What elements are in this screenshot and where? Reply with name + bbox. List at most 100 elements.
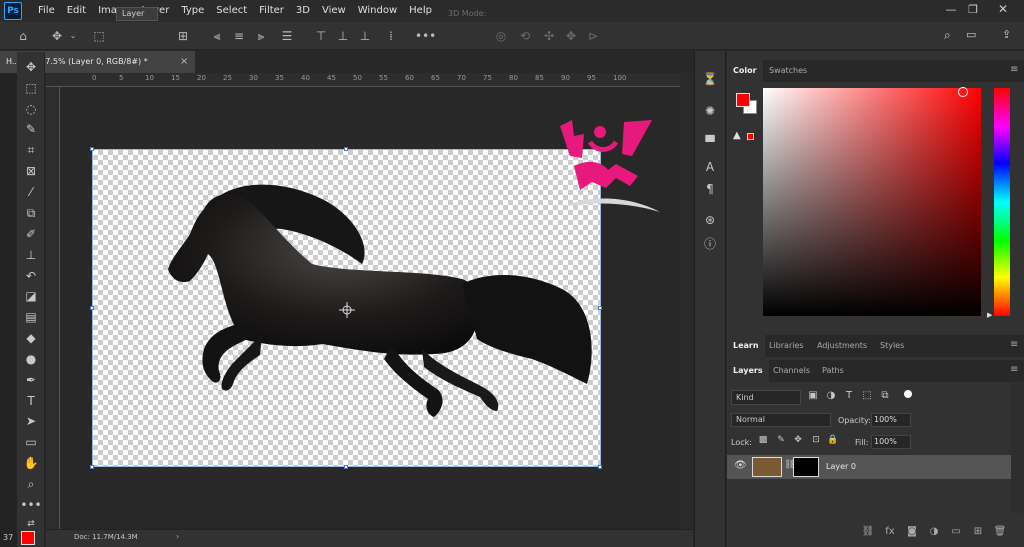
paragraph-icon[interactable]: ¶ — [700, 180, 720, 198]
filter-smart-object-icon[interactable]: ⧉ — [878, 390, 892, 405]
foreground-color-swatch[interactable] — [21, 531, 35, 545]
history-icon[interactable]: ⏳ — [700, 70, 720, 88]
libraries-icon[interactable]: ⊛ — [700, 211, 720, 229]
tab-swatches[interactable]: Swatches — [763, 60, 813, 82]
layer-mask-thumbnail[interactable] — [793, 457, 819, 477]
lock-artboard-icon[interactable]: ⊡ — [810, 435, 822, 449]
learn-panel-menu-icon[interactable]: ≡ — [1010, 339, 1018, 350]
path-selection-tool-icon[interactable]: ➤ — [19, 412, 43, 430]
menu-view[interactable]: View — [322, 0, 346, 22]
color-picker-ring[interactable] — [958, 87, 968, 97]
transform-handle[interactable] — [90, 306, 94, 310]
filter-pixel-icon[interactable]: ▣ — [806, 390, 820, 405]
opacity-input[interactable]: 100% — [871, 413, 911, 427]
lock-all-icon[interactable]: 🔒 — [827, 435, 839, 449]
filter-toggle[interactable] — [904, 390, 912, 398]
clone-stamp-tool-icon[interactable]: ⊥ — [19, 246, 43, 264]
adjustment-layer-icon[interactable]: ◑ — [926, 526, 942, 540]
close-window-button[interactable]: ✕ — [996, 2, 1010, 16]
character-icon[interactable]: A — [700, 158, 720, 176]
align-right-icon[interactable]: ⫸ — [252, 27, 270, 45]
tab-styles[interactable]: Styles — [874, 335, 910, 357]
history-brush-tool-icon[interactable]: ↶ — [19, 267, 43, 285]
rectangle-tool-icon[interactable]: ▭ — [19, 433, 43, 451]
eraser-tool-icon[interactable]: ◪ — [19, 287, 43, 305]
lock-transparency-icon[interactable]: ▩ — [757, 435, 769, 449]
transform-handle[interactable] — [344, 465, 348, 469]
new-layer-icon[interactable]: ⊞ — [970, 526, 986, 540]
layers-panel-menu-icon[interactable]: ≡ — [1010, 364, 1018, 375]
frame-tool-icon[interactable]: ⊠ — [19, 162, 43, 180]
maximize-button[interactable]: ❐ — [966, 3, 980, 17]
lasso-tool-icon[interactable]: ◌ — [19, 100, 43, 118]
layer-thumbnail[interactable] — [752, 457, 782, 477]
layer-style-fx-icon[interactable]: fx — [882, 526, 898, 540]
tab-layers[interactable]: Layers — [727, 360, 769, 382]
delete-layer-icon[interactable]: 🗑 — [992, 526, 1008, 540]
workspace-icon[interactable]: ▭ — [966, 28, 976, 41]
3d-orbit-icon[interactable]: ◎ — [492, 27, 510, 45]
filter-adjustment-icon[interactable]: ◑ — [824, 390, 838, 405]
more-options-icon[interactable]: ••• — [415, 27, 436, 45]
align-center-icon[interactable]: ≡ — [230, 27, 248, 45]
auto-select-layer-dropdown[interactable]: Layer — [116, 7, 158, 21]
quick-select-tool-icon[interactable]: ✎ — [19, 120, 43, 138]
add-mask-icon[interactable]: ◙ — [904, 526, 920, 540]
menu-help[interactable]: Help — [409, 0, 432, 22]
transform-controls-icon[interactable]: ⊞ — [174, 27, 192, 45]
blend-mode-dropdown[interactable]: Normal — [731, 413, 831, 427]
fill-input[interactable]: 100% — [871, 435, 911, 449]
menu-type[interactable]: Type — [181, 0, 204, 22]
minimize-button[interactable]: — — [944, 3, 958, 17]
align-bottom-icon[interactable]: ⊥ — [356, 27, 374, 45]
brush-tool-icon[interactable]: ✐ — [19, 225, 43, 243]
transform-handle[interactable] — [90, 147, 94, 151]
3d-slide-icon[interactable]: ✥ — [562, 27, 580, 45]
edit-toolbar-icon[interactable]: ••• — [19, 496, 43, 514]
tab-adjustments[interactable]: Adjustments — [811, 335, 873, 357]
dodge-tool-icon[interactable]: ● — [19, 350, 43, 368]
color-panel-menu-icon[interactable]: ≡ — [1010, 64, 1018, 75]
transform-handle[interactable] — [344, 147, 348, 151]
filter-type-icon[interactable]: T — [842, 390, 856, 405]
layer-name[interactable]: Layer 0 — [826, 462, 856, 471]
layers-panel-scrollbar[interactable] — [1011, 383, 1024, 513]
gamut-swatch[interactable] — [747, 133, 754, 140]
layer-filter-kind-dropdown[interactable]: Kind — [731, 390, 801, 405]
type-tool-icon[interactable]: T — [19, 392, 43, 410]
gradient-tool-icon[interactable]: ▤ — [19, 308, 43, 326]
brush-settings-icon[interactable]: ✺ — [700, 102, 720, 120]
distribute-vertical-icon[interactable]: ⁞ — [382, 27, 400, 45]
menu-select[interactable]: Select — [216, 0, 247, 22]
visibility-eye-icon[interactable]: 👁 — [734, 460, 747, 471]
menu-window[interactable]: Window — [358, 0, 397, 22]
foreground-color-chip[interactable] — [736, 93, 750, 107]
pen-tool-icon[interactable]: ✒ — [19, 371, 43, 389]
marquee-tool-icon[interactable]: ⬚ — [19, 79, 43, 97]
link-layers-icon[interactable]: ⛓ — [860, 526, 876, 540]
canvas-vertical-scrollbar[interactable] — [680, 73, 693, 529]
crop-tool-icon[interactable]: ⌗ — [19, 141, 43, 159]
align-middle-icon[interactable]: ⊥ — [334, 27, 352, 45]
3d-roll-icon[interactable]: ⟲ — [516, 27, 534, 45]
status-menu-arrow-icon[interactable]: › — [176, 532, 179, 541]
reference-point-icon[interactable] — [339, 302, 355, 318]
share-icon[interactable]: ⇪ — [1002, 28, 1011, 41]
hue-slider-handle[interactable]: ▶ — [987, 311, 992, 319]
menu-edit[interactable]: Edit — [67, 0, 86, 22]
tab-channels[interactable]: Channels — [767, 360, 816, 382]
menu-file[interactable]: File — [38, 0, 55, 22]
hand-tool-icon[interactable]: ✋ — [19, 454, 43, 472]
transform-handle[interactable] — [90, 465, 94, 469]
3d-pan-icon[interactable]: ✣ — [540, 27, 558, 45]
3d-scale-icon[interactable]: ⊳ — [584, 27, 602, 45]
menu-filter[interactable]: Filter — [259, 0, 284, 22]
eyedropper-tool-icon[interactable]: ⁄ — [19, 183, 43, 201]
lock-position-icon[interactable]: ✥ — [792, 435, 804, 449]
info-icon[interactable]: ⓘ — [700, 235, 720, 253]
histogram-icon[interactable]: ▄ — [700, 126, 720, 144]
auto-select-icon[interactable]: ⬚ — [90, 27, 108, 45]
move-tool-icon[interactable]: ✥ — [19, 58, 43, 76]
search-icon[interactable]: ⌕ — [944, 28, 951, 43]
tab-learn[interactable]: Learn — [727, 335, 765, 357]
